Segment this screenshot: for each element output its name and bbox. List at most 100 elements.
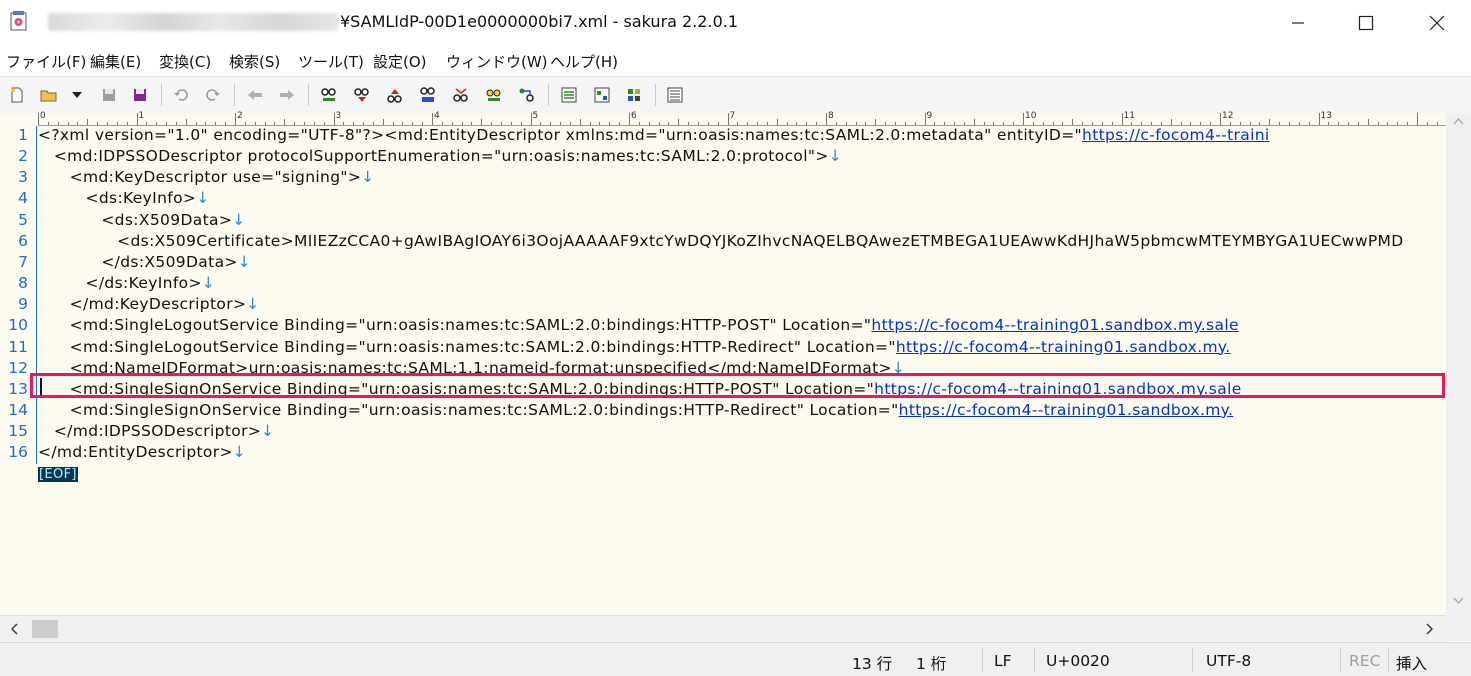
- ruler-tick: [264, 122, 266, 125]
- code-line[interactable]: </md:KeyDescriptor>↓: [38, 295, 260, 313]
- code-line[interactable]: <md:SingleLogoutService Binding="urn:oas…: [38, 316, 1239, 334]
- menu-convert[interactable]: 変換(C): [159, 51, 211, 72]
- code-line[interactable]: <ds:X509Data>↓: [38, 211, 246, 229]
- line-number[interactable]: 13: [0, 380, 28, 398]
- line-number[interactable]: 2: [0, 147, 28, 165]
- jump-forward-button[interactable]: [278, 86, 296, 104]
- menu-help[interactable]: ヘルプ(H): [550, 51, 618, 72]
- tag-jump-button[interactable]: [518, 86, 536, 104]
- code-line[interactable]: </md:IDPSSODescriptor>↓: [38, 422, 274, 440]
- line-number[interactable]: 1: [0, 126, 28, 144]
- ruler-tick: [747, 122, 749, 125]
- menu-tools[interactable]: ツール(T): [298, 51, 364, 72]
- code-line[interactable]: <md:SingleLogoutService Binding="urn:oas…: [38, 338, 1231, 356]
- ruler-tick: [1023, 113, 1024, 125]
- status-insert-mode[interactable]: 挿入: [1396, 652, 1427, 674]
- menu-edit[interactable]: 編集(E): [90, 51, 141, 72]
- ruler-tick: [816, 122, 818, 125]
- code-text[interactable]: <?xml version="1.0" encoding="UTF-8"?><m…: [38, 126, 1446, 615]
- url-link[interactable]: https://c-focom4--training01.sandbox.my.: [896, 338, 1231, 356]
- maximize-button[interactable]: [1343, 0, 1389, 46]
- line-number[interactable]: 16: [0, 443, 28, 461]
- code-line[interactable]: <md:KeyDescriptor use="signing">↓: [38, 168, 375, 186]
- ruler-tick: [1436, 122, 1438, 125]
- code-line[interactable]: <md:SingleSignOnService Binding="urn:oas…: [38, 401, 1233, 419]
- open-dropdown-button[interactable]: [68, 86, 86, 104]
- save-all-button[interactable]: [131, 86, 149, 104]
- outline-button[interactable]: [560, 86, 578, 104]
- line-number[interactable]: 15: [0, 422, 28, 440]
- code-line[interactable]: <ds:KeyInfo>↓: [38, 189, 210, 207]
- font-button[interactable]: [666, 86, 684, 104]
- url-link[interactable]: https://c-focom4--training01.sandbox.my.: [899, 401, 1234, 419]
- status-rec: REC: [1349, 652, 1381, 670]
- ruler-tick: [491, 122, 493, 125]
- save-icon: [103, 89, 115, 101]
- find-button[interactable]: [320, 86, 338, 104]
- menu-window[interactable]: ウィンドウ(W): [446, 51, 548, 72]
- status-line: 13 行: [852, 655, 893, 673]
- menu-settings[interactable]: 設定(O): [373, 51, 427, 72]
- scroll-up-icon[interactable]: [1453, 117, 1464, 125]
- horizontal-scroll-thumb[interactable]: [32, 620, 58, 638]
- ruler-tick: [727, 113, 729, 125]
- bookmark-button[interactable]: [485, 86, 503, 104]
- find-next-button[interactable]: [353, 86, 371, 104]
- horizontal-scrollbar[interactable]: [0, 615, 1446, 642]
- code-line[interactable]: </md:EntityDescriptor>↓: [38, 443, 246, 461]
- code-line[interactable]: <?xml version="1.0" encoding="UTF-8"?><m…: [38, 126, 1270, 144]
- replace-button[interactable]: [419, 86, 437, 104]
- line-number[interactable]: 11: [0, 338, 28, 356]
- scroll-left-icon[interactable]: [10, 623, 18, 635]
- close-button[interactable]: [1414, 0, 1460, 46]
- ruler-tick: [845, 122, 847, 125]
- line-number[interactable]: 9: [0, 295, 28, 313]
- url-link[interactable]: https://c-focom4--traini: [1082, 126, 1270, 144]
- ruler-tick: [1013, 122, 1015, 125]
- undo-button[interactable]: [172, 86, 190, 104]
- newline-arrow-icon: ↓: [201, 274, 216, 293]
- open-file-button[interactable]: [40, 86, 58, 104]
- editor-area[interactable]: 0 1 2 3 4 5 6 7 8 9 10 11 12 13 1 2 3 4 5 6 7 8 9 10 11 12 13 14 15…: [0, 111, 1471, 615]
- redo-button[interactable]: [204, 86, 222, 104]
- line-number[interactable]: 10: [0, 316, 28, 334]
- ruler-tick: [579, 119, 581, 125]
- line-number[interactable]: 8: [0, 274, 28, 292]
- line-number[interactable]: 6: [0, 232, 28, 250]
- ruler-tick: [619, 122, 621, 125]
- eof-marker: [EOF]: [38, 467, 78, 483]
- line-number[interactable]: 5: [0, 211, 28, 229]
- scroll-down-icon[interactable]: [1453, 597, 1464, 605]
- ruler-label: 7: [729, 111, 736, 121]
- new-file-button[interactable]: [8, 86, 26, 104]
- save-button[interactable]: [100, 86, 118, 104]
- menu-search[interactable]: 検索(S): [229, 51, 280, 72]
- ruler-label: 4: [434, 111, 440, 121]
- jump-back-button[interactable]: [246, 86, 264, 104]
- url-link[interactable]: https://c-focom4--training01.sandbox.my.…: [871, 316, 1238, 334]
- type-settings-button[interactable]: [625, 86, 643, 104]
- ruler-tick: [530, 113, 532, 125]
- line-number[interactable]: 14: [0, 401, 28, 419]
- replace-icon: [420, 87, 435, 102]
- line-number[interactable]: 12: [0, 359, 28, 377]
- ruler-label: 13: [1320, 111, 1332, 121]
- minimize-button[interactable]: [1275, 0, 1321, 46]
- vertical-scrollbar[interactable]: [1446, 113, 1471, 615]
- code-line[interactable]: <ds:X509Certificate>MIIEZzCCA0+gAwIBAgIO…: [38, 232, 1404, 250]
- status-encoding[interactable]: UTF-8: [1206, 652, 1251, 670]
- find-prev-button[interactable]: [386, 86, 404, 104]
- settings-button[interactable]: [593, 86, 611, 104]
- line-number[interactable]: 4: [0, 189, 28, 207]
- line-number[interactable]: 3: [0, 168, 28, 186]
- code-line[interactable]: </ds:KeyInfo>↓: [38, 274, 215, 292]
- status-separator: [1340, 648, 1341, 672]
- code-line[interactable]: </ds:X509Data>↓: [38, 253, 251, 271]
- toolbar: [0, 76, 1471, 114]
- scroll-right-icon[interactable]: [1426, 623, 1434, 635]
- grep-button[interactable]: [452, 86, 470, 104]
- menu-file[interactable]: ファイル(F): [6, 51, 86, 72]
- code-line[interactable]: <md:IDPSSODescriptor protocolSupportEnum…: [38, 147, 842, 165]
- line-number[interactable]: 7: [0, 253, 28, 271]
- status-eol[interactable]: LF: [994, 652, 1012, 670]
